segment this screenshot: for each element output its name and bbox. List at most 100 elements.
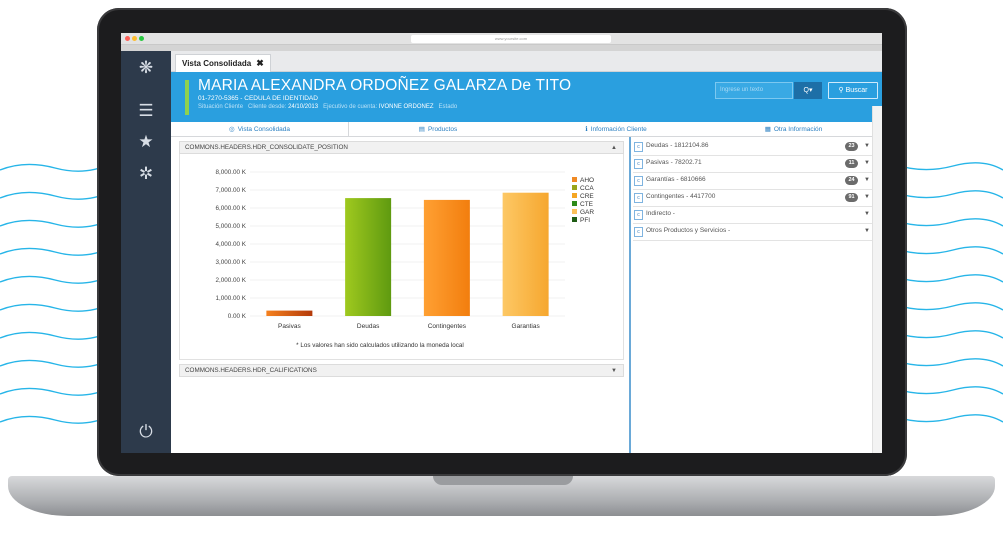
tab-otra-informacion[interactable]: ▦ Otra Información bbox=[705, 122, 882, 137]
tab-bar: Vista Consolidada ✖ bbox=[171, 51, 882, 72]
target-icon: ◎ bbox=[229, 126, 235, 133]
address-bar[interactable]: www.yoursite.com bbox=[411, 35, 611, 43]
menu-icon[interactable]: ☰ bbox=[135, 100, 157, 122]
buscar-button[interactable]: ⚲ Buscar bbox=[828, 82, 878, 99]
bar bbox=[266, 310, 313, 316]
chart-note: * Los valores han sido calculados utiliz… bbox=[296, 342, 464, 349]
gear-icon[interactable]: ✲ bbox=[135, 163, 157, 185]
info-icon: ℹ bbox=[585, 126, 588, 133]
chevron-down-icon[interactable]: ▼ bbox=[864, 190, 870, 204]
scrollbar[interactable] bbox=[872, 106, 882, 453]
legend-swatch bbox=[572, 217, 577, 222]
bar bbox=[345, 198, 392, 316]
search-input[interactable]: Ingrese un texto bbox=[715, 82, 793, 99]
list-item[interactable]: c Contingentes - 4417700 91 ▼ bbox=[633, 190, 875, 207]
decorative-waves-left bbox=[0, 163, 110, 424]
list-item[interactable]: c Garantías - 6810666 24 ▼ bbox=[633, 173, 875, 190]
y-tick-label: 2,000.00 K bbox=[216, 277, 247, 284]
list-item[interactable]: c Indirecto - ▼ bbox=[633, 207, 875, 224]
chevron-down-icon[interactable]: ▼ bbox=[864, 156, 870, 170]
count-badge: 23 bbox=[845, 142, 858, 151]
estado-label: Estado bbox=[438, 104, 458, 110]
consolidate-header[interactable]: COMMONS.HEADERS.HDR_CONSOLIDATE_POSITION… bbox=[179, 141, 624, 154]
power-icon[interactable]: ⏻ bbox=[135, 421, 157, 443]
ejecutivo-label: Ejecutivo de cuenta: bbox=[323, 104, 378, 110]
star-icon[interactable]: ★ bbox=[135, 131, 157, 153]
x-tick-label: Deudas bbox=[357, 323, 380, 330]
app-sidebar: ❋ ☰ ★ ✲ ⏻ bbox=[121, 51, 171, 453]
expand-icon[interactable]: ▼ bbox=[611, 365, 617, 377]
tab-vista-consolidada-nav[interactable]: ◎ Vista Consolidada bbox=[171, 122, 349, 137]
checkbox-icon[interactable]: c bbox=[634, 142, 643, 152]
client-status-line: Situación Cliente Cliente desde: 24/10/2… bbox=[198, 104, 457, 110]
search-dropdown-button[interactable]: Q▾ bbox=[794, 82, 822, 99]
bar bbox=[423, 199, 470, 316]
client-id: 01-7270-5365 - CEDULA DE IDENTIDAD bbox=[198, 95, 318, 102]
tab-informacion-cliente[interactable]: ℹ Información Cliente bbox=[527, 122, 705, 137]
bar bbox=[502, 192, 549, 316]
situacion-label: Situación Cliente bbox=[198, 104, 244, 110]
nav-tab-label: Vista Consolidada bbox=[237, 126, 290, 133]
list-item[interactable]: c Pasivas - 78202.71 11 ▼ bbox=[633, 156, 875, 173]
decorative-waves-right bbox=[893, 162, 1003, 423]
list-item[interactable]: c Otros Productos y Servicios - ▼ bbox=[633, 224, 875, 241]
maximize-window-icon[interactable] bbox=[139, 36, 144, 41]
legend-label: GAR bbox=[580, 209, 594, 216]
legend-label: AHO bbox=[580, 177, 594, 184]
legend-label: CCA bbox=[580, 185, 594, 192]
checkbox-icon[interactable]: c bbox=[634, 193, 643, 203]
close-window-icon[interactable] bbox=[125, 36, 130, 41]
laptop-screen: www.yoursite.com ❋ ☰ ★ ✲ ⏻ Vista Consoli… bbox=[121, 33, 882, 453]
consolidate-panel: COMMONS.HEADERS.HDR_CONSOLIDATE_POSITION… bbox=[179, 141, 624, 441]
legend-swatch bbox=[572, 201, 577, 206]
checkbox-icon[interactable]: c bbox=[634, 176, 643, 186]
browser-chrome: www.yoursite.com bbox=[121, 33, 882, 45]
list-item-label: Garantías - 6810666 bbox=[646, 176, 706, 183]
y-tick-label: 8,000.00 K bbox=[216, 169, 247, 176]
search-icon: ⚲ bbox=[838, 87, 844, 94]
panel-divider[interactable] bbox=[629, 137, 631, 453]
legend-label: CTE bbox=[580, 201, 594, 208]
califications-title: COMMONS.HEADERS.HDR_CALIFICATIONS bbox=[185, 367, 317, 374]
minimize-window-icon[interactable] bbox=[132, 36, 137, 41]
checkbox-icon[interactable]: c bbox=[634, 159, 643, 169]
chevron-down-icon[interactable]: ▼ bbox=[864, 224, 870, 238]
ejecutivo-value: IVONNE ORDONEZ bbox=[378, 104, 434, 110]
grid-icon: ▦ bbox=[764, 126, 771, 133]
tab-label: Vista Consolidada bbox=[182, 59, 252, 68]
nav-tabs: ◎ Vista Consolidada ▤ Productos ℹ Informaci… bbox=[171, 122, 882, 137]
buscar-label: Buscar bbox=[845, 87, 868, 94]
y-tick-label: 4,000.00 K bbox=[216, 241, 247, 248]
y-tick-label: 6,000.00 K bbox=[216, 205, 247, 212]
nav-tab-label: Información Cliente bbox=[590, 126, 647, 133]
x-tick-label: Garantias bbox=[512, 323, 541, 330]
califications-header[interactable]: COMMONS.HEADERS.HDR_CALIFICATIONS ▼ bbox=[179, 364, 624, 377]
consolidated-chart: 0.00 K 1,000.00 K 2,000.00 K 3,000.00 K 4,00… bbox=[216, 169, 595, 330]
checkbox-icon[interactable]: c bbox=[634, 210, 643, 220]
close-icon[interactable]: ✖ bbox=[256, 58, 264, 68]
chevron-down-icon[interactable]: ▼ bbox=[864, 173, 870, 187]
consolidate-title: COMMONS.HEADERS.HDR_CONSOLIDATE_POSITION bbox=[185, 144, 348, 151]
legend-label: CRE bbox=[580, 193, 594, 200]
y-tick-label: 7,000.00 K bbox=[216, 187, 247, 194]
tab-productos[interactable]: ▤ Productos bbox=[349, 122, 527, 137]
checkbox-icon[interactable]: c bbox=[634, 227, 643, 237]
client-header: MARIA ALEXANDRA ORDOÑEZ GALARZA De TITO … bbox=[171, 72, 882, 122]
count-badge: 91 bbox=[845, 193, 858, 202]
chevron-down-icon[interactable]: ▼ bbox=[864, 139, 870, 153]
collapse-icon[interactable]: ▲ bbox=[611, 142, 617, 154]
legend-swatch bbox=[572, 193, 577, 198]
list-item[interactable]: c Deudas - 1812104.86 23 ▼ bbox=[633, 139, 875, 156]
x-tick-label: Pasivas bbox=[278, 323, 302, 330]
flower-logo-icon[interactable]: ❋ bbox=[135, 57, 157, 79]
y-tick-label: 1,000.00 K bbox=[216, 295, 247, 302]
nav-tab-label: Otra Información bbox=[773, 126, 823, 133]
cliente-desde-value: 24/10/2013 bbox=[288, 104, 319, 110]
list-item-label: Indirecto - bbox=[646, 210, 675, 217]
chevron-down-icon[interactable]: ▼ bbox=[864, 207, 870, 221]
list-item-label: Pasivas - 78202.71 bbox=[646, 159, 702, 166]
y-tick-label: 5,000.00 K bbox=[216, 223, 247, 230]
laptop-notch bbox=[433, 476, 573, 485]
x-tick-label: Contingentes bbox=[428, 323, 467, 330]
tab-vista-consolidada[interactable]: Vista Consolidada ✖ bbox=[175, 54, 271, 72]
